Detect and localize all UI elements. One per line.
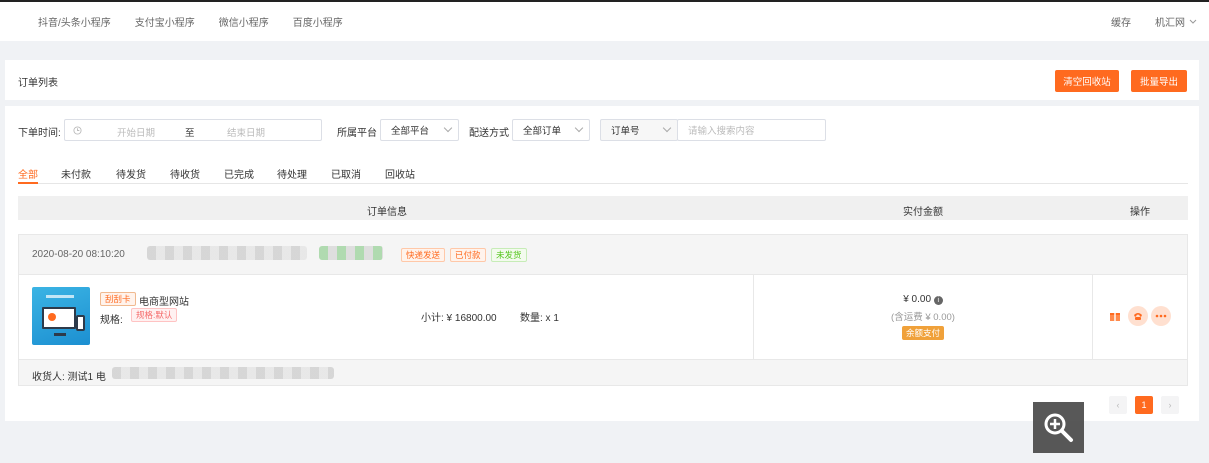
tab-recycle-bin[interactable]: 回收站 bbox=[385, 166, 415, 181]
delivery-label: 配送方式 bbox=[469, 128, 509, 139]
cache-link[interactable]: 缓存 bbox=[1111, 14, 1131, 29]
receiver-info: 收货人: 测试1 电 bbox=[32, 372, 106, 383]
shipping-note: (含运费 ¥ 0.00) bbox=[891, 312, 955, 323]
image-stand bbox=[54, 333, 66, 336]
nav-tab-wechat[interactable]: 微信小程序 bbox=[219, 14, 269, 29]
search-placeholder: 请输入搜索内容 bbox=[688, 126, 755, 137]
clear-recycle-bin-button[interactable]: 清空回收站 bbox=[1055, 70, 1119, 92]
tab-completed[interactable]: 已完成 bbox=[224, 166, 254, 181]
platform-select-value: 全部平台 bbox=[391, 126, 430, 137]
redacted-receiver bbox=[112, 367, 334, 379]
tab-to-ship[interactable]: 待发货 bbox=[116, 166, 146, 181]
table-header: 订单信息 实付金额 操作 bbox=[18, 196, 1188, 220]
gift-icon[interactable] bbox=[1105, 306, 1125, 326]
paid-amount: ¥ 0.00 bbox=[903, 294, 932, 305]
search-input[interactable]: 请输入搜索内容 bbox=[677, 119, 826, 141]
user-name: 机汇网 bbox=[1155, 18, 1185, 29]
order-status-tabs: 全部 未付款 待发货 待收货 已完成 待处理 已取消 回收站 bbox=[18, 162, 1188, 184]
order-list-header: 订单列表 清空回收站 批量导出 bbox=[5, 60, 1199, 100]
tab-unpaid[interactable]: 未付款 bbox=[61, 166, 91, 181]
redacted-text bbox=[319, 246, 383, 260]
column-actions: 操作 bbox=[1130, 207, 1150, 218]
prev-page-button[interactable]: ‹ bbox=[1109, 396, 1127, 414]
image-phone bbox=[76, 315, 85, 331]
chevron-down-icon bbox=[574, 123, 584, 133]
column-divider bbox=[1092, 275, 1093, 359]
paid-tag: 已付款 bbox=[450, 248, 486, 262]
page-title: 订单列表 bbox=[18, 78, 58, 89]
platform-select[interactable]: 全部平台 bbox=[380, 119, 459, 141]
batch-export-button[interactable]: 批量导出 bbox=[1131, 70, 1187, 92]
end-date-input[interactable]: 结束日期 bbox=[227, 125, 265, 139]
amount-cell: ¥ 0.00 i (含运费 ¥ 0.00) 余额支付 bbox=[754, 294, 1092, 340]
column-amount: 实付金额 bbox=[903, 207, 943, 218]
nav-tab-alipay[interactable]: 支付宝小程序 bbox=[135, 14, 195, 29]
order-body: 刮刮卡 电商型网站 规格: 规格:默认 小计: ¥ 16800.00 数量: x… bbox=[19, 275, 1187, 359]
start-date-input[interactable]: 开始日期 bbox=[117, 125, 155, 139]
chevron-down-icon bbox=[662, 123, 672, 133]
tab-pending[interactable]: 待处理 bbox=[277, 166, 307, 181]
tab-all[interactable]: 全部 bbox=[18, 166, 38, 181]
nav-tab-baidu[interactable]: 百度小程序 bbox=[293, 14, 343, 29]
platform-label: 所属平台 bbox=[337, 128, 377, 139]
redacted-order-number bbox=[147, 246, 307, 260]
image-header-bar bbox=[46, 295, 74, 298]
order-datetime: 2020-08-20 08:10:20 bbox=[32, 249, 125, 260]
user-menu[interactable]: 机汇网 bbox=[1155, 14, 1197, 29]
top-navigation-bar: 抖音/头条小程序 支付宝小程序 微信小程序 百度小程序 缓存 机汇网 bbox=[0, 2, 1209, 41]
range-separator: 至 bbox=[185, 128, 195, 139]
order-time-label: 下单时间: bbox=[18, 128, 61, 139]
tab-cancelled[interactable]: 已取消 bbox=[331, 166, 361, 181]
date-range-picker[interactable]: 开始日期 至 结束日期 bbox=[64, 119, 322, 141]
product-type-tag: 刮刮卡 bbox=[100, 292, 136, 306]
subtotal: 小计: ¥ 16800.00 bbox=[421, 313, 497, 324]
zoom-in-icon[interactable] bbox=[1033, 402, 1084, 453]
more-icon[interactable] bbox=[1151, 306, 1171, 326]
active-tab-indicator bbox=[18, 182, 38, 184]
clock-icon bbox=[73, 126, 82, 135]
filter-bar: 下单时间: 开始日期 至 结束日期 所属平台 全部平台 配送方式 全部订单 订单… bbox=[18, 119, 1188, 141]
order-panel: 下单时间: 开始日期 至 结束日期 所属平台 全部平台 配送方式 全部订单 订单… bbox=[5, 106, 1199, 421]
phone-icon[interactable] bbox=[1128, 306, 1148, 326]
order-header: 2020-08-20 08:10:20 快递发送 已付款 未发货 bbox=[19, 235, 1187, 275]
delivery-select-value: 全部订单 bbox=[523, 126, 562, 137]
search-field-select[interactable]: 订单号 bbox=[600, 119, 678, 141]
quantity: 数量: x 1 bbox=[520, 313, 559, 324]
product-image[interactable] bbox=[32, 287, 90, 345]
delivery-tag: 快递发送 bbox=[401, 248, 446, 262]
order-footer: 收货人: 测试1 电 bbox=[19, 359, 1187, 385]
page-1-button[interactable]: 1 bbox=[1135, 396, 1153, 414]
product-name[interactable]: 电商型网站 bbox=[139, 293, 189, 308]
mini-program-tabs: 抖音/头条小程序 支付宝小程序 微信小程序 百度小程序 bbox=[0, 2, 343, 41]
payment-method-badge: 余额支付 bbox=[901, 326, 944, 340]
order-card: 2020-08-20 08:10:20 快递发送 已付款 未发货 刮刮卡 电商型… bbox=[18, 234, 1188, 386]
image-monitor bbox=[42, 307, 76, 329]
tab-to-receive[interactable]: 待收货 bbox=[170, 166, 200, 181]
top-right-actions: 缓存 机汇网 bbox=[1111, 2, 1197, 41]
spec-tag: 规格:默认 bbox=[131, 308, 178, 322]
column-order-info: 订单信息 bbox=[367, 207, 407, 218]
nav-tab-douyin[interactable]: 抖音/头条小程序 bbox=[38, 14, 111, 29]
chevron-down-icon bbox=[1189, 19, 1197, 24]
chevron-down-icon bbox=[443, 123, 453, 133]
info-icon[interactable]: i bbox=[933, 296, 943, 305]
next-page-button[interactable]: › bbox=[1161, 396, 1179, 414]
delivery-select[interactable]: 全部订单 bbox=[512, 119, 590, 141]
unshipped-tag: 未发货 bbox=[491, 248, 527, 262]
spec-label: 规格: bbox=[100, 315, 123, 326]
search-field-value: 订单号 bbox=[611, 126, 640, 137]
